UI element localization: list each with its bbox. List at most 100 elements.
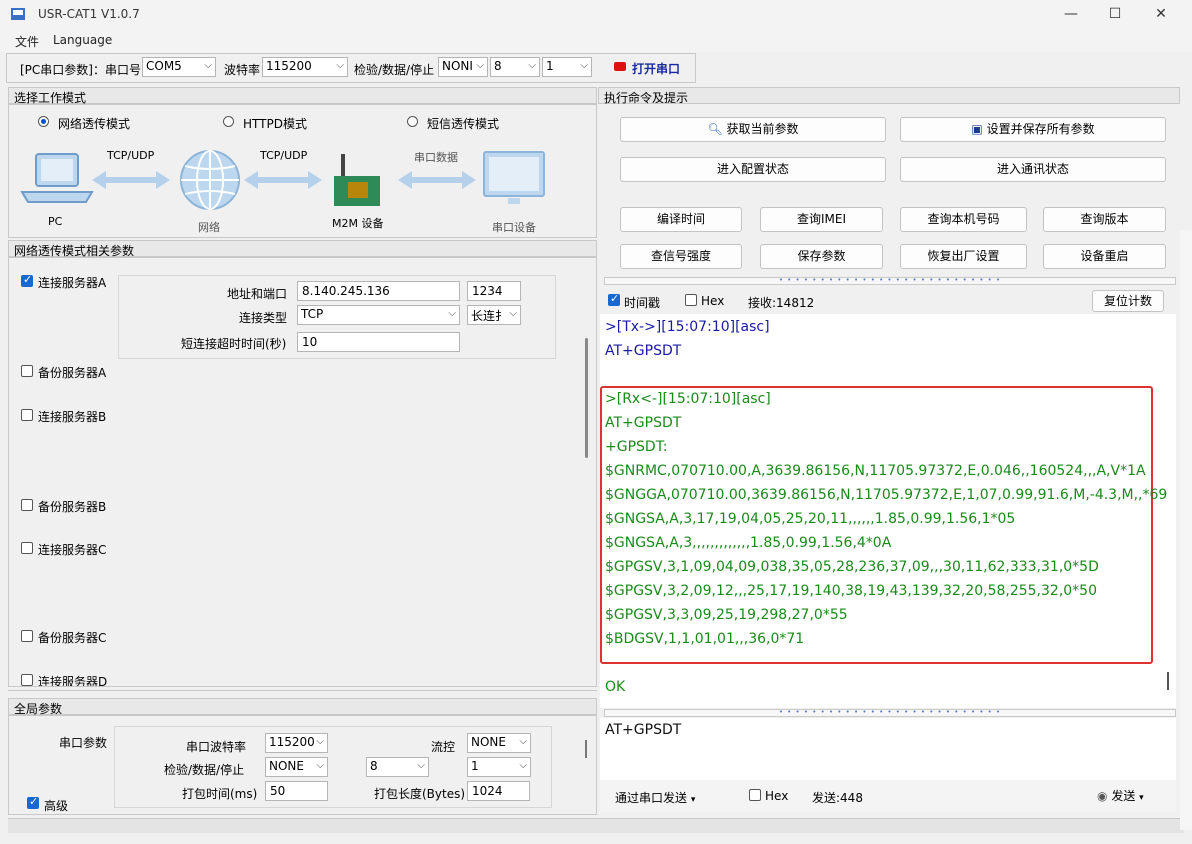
mode-httpd-radio[interactable]	[223, 116, 234, 127]
global-baud-select[interactable]: 115200 ⌵	[265, 733, 328, 753]
global-stop-bits-select[interactable]: 1 ⌵	[467, 757, 531, 777]
m2m-device-icon	[334, 154, 380, 206]
compile-time-button[interactable]: 编译时间	[620, 207, 742, 232]
open-port-button[interactable]: 打开串口	[632, 60, 680, 77]
backup-a-label: 备份服务器A	[38, 366, 107, 380]
factory-reset-button[interactable]: 恢复出厂设置	[900, 244, 1027, 269]
monitor-icon	[483, 151, 545, 204]
m2m-label: M2M 设备	[332, 217, 384, 230]
backup-c-checkbox[interactable]	[21, 630, 33, 642]
server-b-checkbox[interactable]	[21, 409, 33, 421]
baud-select[interactable]: 115200 ⌵	[262, 57, 348, 77]
serial-device-label: 串口设备	[492, 221, 536, 234]
flow-select[interactable]: NONE ⌵	[467, 733, 531, 753]
params-scrollbar[interactable]	[585, 338, 588, 458]
signal-strength-button[interactable]: 查信号强度	[620, 244, 742, 269]
stop-bits-select[interactable]: 1 ⌵	[542, 57, 592, 77]
backup-b-checkbox[interactable]	[21, 499, 33, 511]
long-conn-select[interactable]: 长连扌 ⌵	[467, 305, 521, 325]
query-imei-button[interactable]: 查询IMEI	[760, 207, 883, 232]
rx-line: $GNGGA,070710.00,3639.86156,N,11705.9737…	[605, 487, 1168, 503]
maximize-button[interactable]: ☐	[1104, 6, 1126, 22]
parity-select[interactable]: NONI ⌵	[438, 57, 488, 77]
send-button[interactable]: ◉ 发送 ▾	[1097, 787, 1144, 804]
minimize-button[interactable]: —	[1060, 6, 1082, 22]
device-restart-button[interactable]: 设备重启	[1043, 244, 1166, 269]
advanced-checkbox[interactable]	[27, 795, 39, 809]
save-all-params-button[interactable]: ▣ 设置并保存所有参数	[900, 117, 1166, 142]
save-params-button[interactable]: 保存参数	[760, 244, 883, 269]
query-version-button[interactable]: 查询版本	[1043, 207, 1166, 232]
rx-line: $GPGSV,3,2,09,12,,,25,17,19,140,38,19,43…	[605, 583, 1097, 599]
send-input[interactable]: AT+GPSDT	[600, 718, 1176, 780]
global-scrollbar[interactable]	[585, 740, 587, 758]
send-icon: ◉	[1097, 789, 1108, 803]
timestamp-checkbox[interactable]	[608, 292, 620, 306]
menu-bar	[0, 30, 1192, 52]
global-params-panel: 串口参数 串口波特率 115200 ⌵ 流控 NONE ⌵ 检验/数据/停止 NON…	[8, 715, 597, 815]
conn-type-label: 连接类型	[239, 311, 288, 325]
data-bits-select[interactable]: 8 ⌵	[490, 57, 540, 77]
sent-count: 发送:448	[812, 791, 863, 805]
timeout-input[interactable]: 10	[297, 332, 460, 352]
timestamp-label: 时间戳	[624, 296, 661, 310]
global-parity-select[interactable]: NONE ⌵	[265, 757, 328, 777]
parity-label: 检验/数据/停止	[354, 63, 435, 77]
server-c-checkbox[interactable]	[21, 542, 33, 554]
rx-line: $GPGSV,3,3,09,25,19,298,27,0*55	[605, 607, 848, 623]
recv-count: 接收:14812	[748, 296, 815, 310]
chevron-down-icon: ⌵	[519, 736, 527, 747]
close-button[interactable]: ✕	[1150, 6, 1172, 22]
server-a-label: 连接服务器A	[38, 276, 107, 290]
conn-type-select[interactable]: TCP ⌵	[297, 305, 460, 325]
app-icon	[11, 8, 25, 20]
mode-network-radio[interactable]	[38, 116, 49, 127]
mode-sms-label: 短信透传模式	[427, 117, 500, 131]
tcp-udp-label-2: TCP/UDP	[260, 149, 308, 162]
baud-label: 波特率	[224, 63, 261, 77]
lower-splitter[interactable]: • • • • • • • • • • • • • • • • • • • • …	[604, 709, 1176, 717]
recv-hex-checkbox[interactable]	[685, 294, 697, 306]
upper-splitter[interactable]: • • • • • • • • • • • • • • • • • • • • …	[604, 277, 1176, 285]
reset-count-button[interactable]: 复位计数	[1092, 290, 1164, 312]
rx-line: +GPSDT:	[605, 439, 668, 455]
port-select[interactable]: COM5 ⌵	[142, 57, 216, 77]
enter-config-button[interactable]: 进入配置状态	[620, 157, 886, 182]
addr-label: 地址和端口	[227, 287, 288, 301]
server-d-checkbox[interactable]	[21, 674, 33, 686]
send-via-select[interactable]: 通过串口发送 ▾	[615, 789, 695, 806]
send-hex-checkbox[interactable]	[749, 789, 761, 801]
get-params-button[interactable]: 🔍︎ 获取当前参数	[620, 117, 886, 142]
mode-sms-radio[interactable]	[407, 116, 418, 127]
status-bar	[8, 818, 1184, 833]
enter-comm-button[interactable]: 进入通讯状态	[900, 157, 1166, 182]
menu-language[interactable]: Language	[53, 33, 112, 47]
tx-line: AT+GPSDT	[605, 343, 682, 359]
global-data-bits-select[interactable]: 8 ⌵	[366, 757, 429, 777]
ok-line: OK	[605, 679, 626, 695]
log-scrollbar[interactable]	[1167, 672, 1169, 690]
globe-icon	[180, 150, 240, 210]
search-doc-icon: 🔍︎	[707, 122, 723, 136]
query-number-button[interactable]: 查询本机号码	[900, 207, 1027, 232]
global-parity-label: 检验/数据/停止	[164, 763, 245, 777]
pc-label: PC	[48, 215, 63, 228]
tcp-udp-label-1: TCP/UDP	[107, 149, 155, 162]
chevron-down-icon: ⌵	[204, 60, 212, 71]
menu-file[interactable]: 文件	[15, 33, 39, 50]
pack-time-input[interactable]: 50	[265, 781, 328, 801]
pack-len-input[interactable]: 1024	[467, 781, 530, 801]
title-bar	[0, 0, 1192, 30]
chevron-down-icon: ⌵	[580, 60, 588, 71]
server-a-checkbox[interactable]	[21, 273, 33, 287]
global-baud-label: 串口波特率	[186, 740, 247, 754]
left-splitter[interactable]	[8, 690, 597, 695]
network-params-header: 网络透传模式相关参数	[8, 240, 597, 258]
double-arrow-icon	[398, 171, 476, 189]
receive-log[interactable]: >[Tx->][15:07:10][asc] AT+GPSDT >[Rx<-][…	[600, 314, 1176, 708]
port-input[interactable]: 1234	[467, 281, 521, 301]
chevron-down-icon: ⌵	[509, 308, 517, 319]
network-label: 网络	[198, 221, 220, 234]
addr-input[interactable]: 8.140.245.136	[297, 281, 460, 301]
backup-a-checkbox[interactable]	[21, 365, 33, 377]
